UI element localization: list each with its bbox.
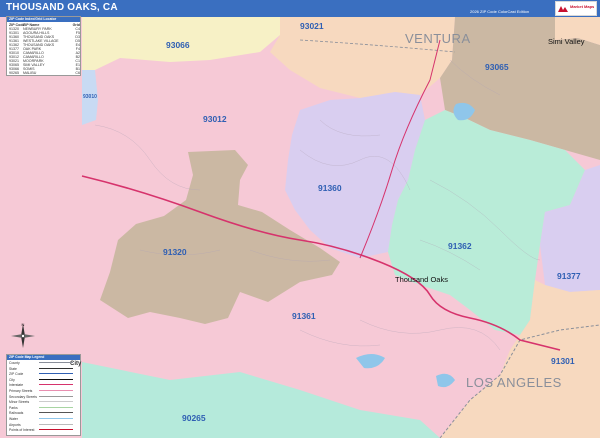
city-label-simi-valley: Simi Valley [548, 37, 585, 46]
zip-label-91360: 91360 [318, 183, 342, 193]
legend-sample [39, 406, 73, 411]
legend-label: Airports [9, 422, 21, 427]
legend-sample [39, 373, 73, 377]
legend-label: Points of Interest [9, 428, 35, 433]
legend-label: City [9, 377, 15, 382]
publisher-logo: Market Maps [555, 1, 597, 16]
legend-label: Interstate [9, 383, 24, 388]
legend-sample [39, 395, 73, 400]
compass-north-letter: N [22, 322, 25, 327]
legend-row: State [9, 367, 80, 372]
legend-sample [39, 362, 73, 366]
legend-label: Primary Streets [9, 389, 33, 393]
county-label-los-angeles: LOS ANGELES [466, 375, 562, 390]
logo-text: Market Maps [570, 4, 595, 9]
zip-label-93021: 93021 [300, 21, 324, 31]
legend-sample [39, 401, 73, 405]
legend-row: Minor Streets [9, 400, 80, 405]
legend-label: ZIP Code [9, 372, 24, 377]
legend-sample [39, 423, 73, 428]
legend-row: Airports [9, 423, 80, 428]
legend-label: Parks [9, 405, 18, 410]
zip-index-title: ZIP Code Index/Grid Locator [7, 17, 80, 22]
legend-sample [39, 390, 73, 394]
zip-index-zip: 90265 [9, 71, 19, 75]
zip-label-93066: 93066 [166, 40, 190, 50]
map-title: THOUSAND OAKS, CA [6, 2, 118, 13]
city-label-thousand-oaks: Thousand Oaks [395, 275, 448, 284]
map-poster: THOUSAND OAKS, CA 2026 ZIP Code ColorCas… [0, 0, 600, 438]
compass-rose-icon: N [11, 322, 35, 348]
legend-row: Parks [9, 406, 80, 411]
zip-index-row: 90265 MALIBU C6 [9, 71, 80, 75]
legend-label: Railroads [9, 411, 24, 416]
edition-label: 2026 ZIP Code ColorCast Edition [470, 9, 530, 14]
logo-mark-icon [558, 6, 568, 12]
legend-row: Points of Interest [9, 428, 80, 433]
legend-sample [39, 418, 73, 422]
legend-row: ZIP Code [9, 372, 80, 377]
legend-sample [39, 429, 73, 433]
legend-label: Water [9, 417, 18, 421]
legend-sample [39, 367, 73, 372]
zip-label-91377: 91377 [557, 271, 581, 281]
legend-label: Secondary Streets [9, 394, 37, 399]
legend-row: Primary Streets [9, 389, 80, 394]
zip-label-91320: 91320 [163, 247, 187, 257]
legend-row: Secondary Streets [9, 395, 80, 400]
legend-panel: ZIP Code Map Legend City County State ZIP … [6, 354, 81, 436]
zip-index-city: MALIBU [23, 71, 37, 75]
legend-label: Minor Streets [9, 400, 30, 405]
zip-label-91301: 91301 [551, 356, 575, 366]
title-bar: THOUSAND OAKS, CA 2026 ZIP Code ColorCas… [0, 0, 600, 17]
legend-row: County [9, 361, 80, 366]
legend-sample [39, 412, 73, 416]
zip-index-grid: C6 [75, 71, 80, 75]
legend-label: State [9, 366, 17, 371]
zip-label-93012: 93012 [203, 114, 227, 124]
legend-sample [39, 384, 73, 388]
legend-row: Interstate [9, 383, 80, 388]
legend-row: Water [9, 417, 80, 422]
legend-row: City [9, 378, 80, 383]
legend-label: County [9, 361, 20, 365]
zip-label-90265: 90265 [182, 413, 206, 423]
county-label-ventura: VENTURA [405, 31, 471, 46]
zip-label-93010: 93010 [83, 94, 97, 100]
legend-sample [39, 378, 73, 383]
zip-label-91362: 91362 [448, 241, 472, 251]
zip-index-panel: ZIP Code Index/Grid Locator ZIP Code ZIP… [6, 16, 81, 76]
zip-label-91361: 91361 [292, 311, 316, 321]
legend-row: Railroads [9, 411, 80, 416]
zip-label-93065: 93065 [485, 62, 509, 72]
legend-title: ZIP Code Map Legend [7, 355, 80, 360]
